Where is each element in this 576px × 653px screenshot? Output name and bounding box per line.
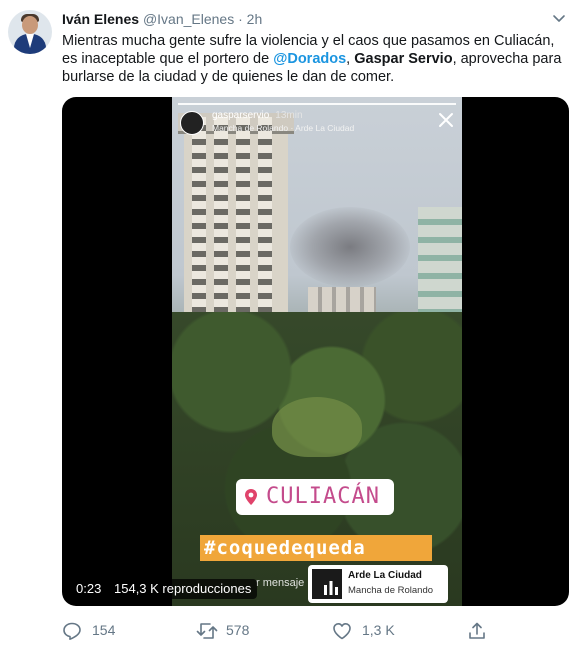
separator: · xyxy=(238,11,243,27)
story-progress-bar xyxy=(178,103,456,105)
trees xyxy=(172,312,462,606)
location-sticker-label: CULIACÁN xyxy=(266,484,380,509)
handle[interactable]: @Ivan_Elenes xyxy=(143,11,234,27)
location-sticker: CULIACÁN xyxy=(236,479,394,515)
story-message-hint: r mensaje xyxy=(256,577,305,589)
reply-icon xyxy=(63,622,81,640)
music-artist: Mancha de Rolando xyxy=(348,585,434,596)
story-username-text: gasparservio xyxy=(212,110,270,121)
retweet-button[interactable]: 578 xyxy=(196,619,276,643)
smoke xyxy=(290,207,410,287)
story-username: gasparservio 13min xyxy=(212,110,303,121)
hashtag-sticker-label: #coquedequeda xyxy=(204,537,366,559)
tweet-header: Iván Elenes @Ivan_Elenes · 2h xyxy=(62,10,262,28)
avatar[interactable] xyxy=(8,10,52,54)
share-icon xyxy=(469,622,485,639)
timestamp[interactable]: 2h xyxy=(247,11,263,27)
like-button[interactable]: 1,3 K xyxy=(332,619,412,643)
video-elapsed-time: 0:23 xyxy=(70,579,108,599)
tweet-actions: 154 578 1,3 K xyxy=(62,619,542,643)
album-art xyxy=(312,569,342,599)
video-frame: gasparservio 13min Mancha de Rolando · Ar… xyxy=(172,97,462,606)
story-header: gasparservio 13min Mancha de Rolando · Ar… xyxy=(172,97,462,147)
story-time: 13min xyxy=(275,110,303,121)
tower-building xyxy=(178,113,294,337)
hashtag-sticker: #coquedequeda xyxy=(200,535,432,561)
like-count: 1,3 K xyxy=(362,622,395,638)
tweet: Iván Elenes @Ivan_Elenes · 2h Mientras m… xyxy=(0,0,576,653)
share-button[interactable] xyxy=(467,619,491,643)
reply-button[interactable]: 154 xyxy=(62,619,132,643)
location-pin-icon xyxy=(244,488,258,506)
reply-count: 154 xyxy=(92,622,116,638)
mention-link[interactable]: @Dorados xyxy=(273,51,346,67)
music-title: Arde La Ciudad xyxy=(348,570,422,581)
retweet-icon xyxy=(196,623,218,639)
heart-icon xyxy=(333,623,351,640)
music-sticker: Arde La Ciudad Mancha de Rolando xyxy=(308,565,448,603)
tweet-text: Mientras mucha gente sufre la violencia … xyxy=(62,32,567,86)
video-player[interactable]: gasparservio 13min Mancha de Rolando · Ar… xyxy=(62,97,569,606)
chevron-down-icon[interactable] xyxy=(551,10,567,26)
close-icon xyxy=(437,111,455,129)
display-name[interactable]: Iván Elenes xyxy=(62,11,139,27)
retweet-count: 578 xyxy=(226,622,250,638)
bold-name: Gaspar Servio xyxy=(354,51,453,67)
story-avatar xyxy=(180,111,204,135)
story-location: Mancha de Rolando · Arde La Ciudad xyxy=(212,123,355,133)
video-view-count: 154,3 K reproducciones xyxy=(108,579,258,599)
palm-tree xyxy=(272,397,362,457)
